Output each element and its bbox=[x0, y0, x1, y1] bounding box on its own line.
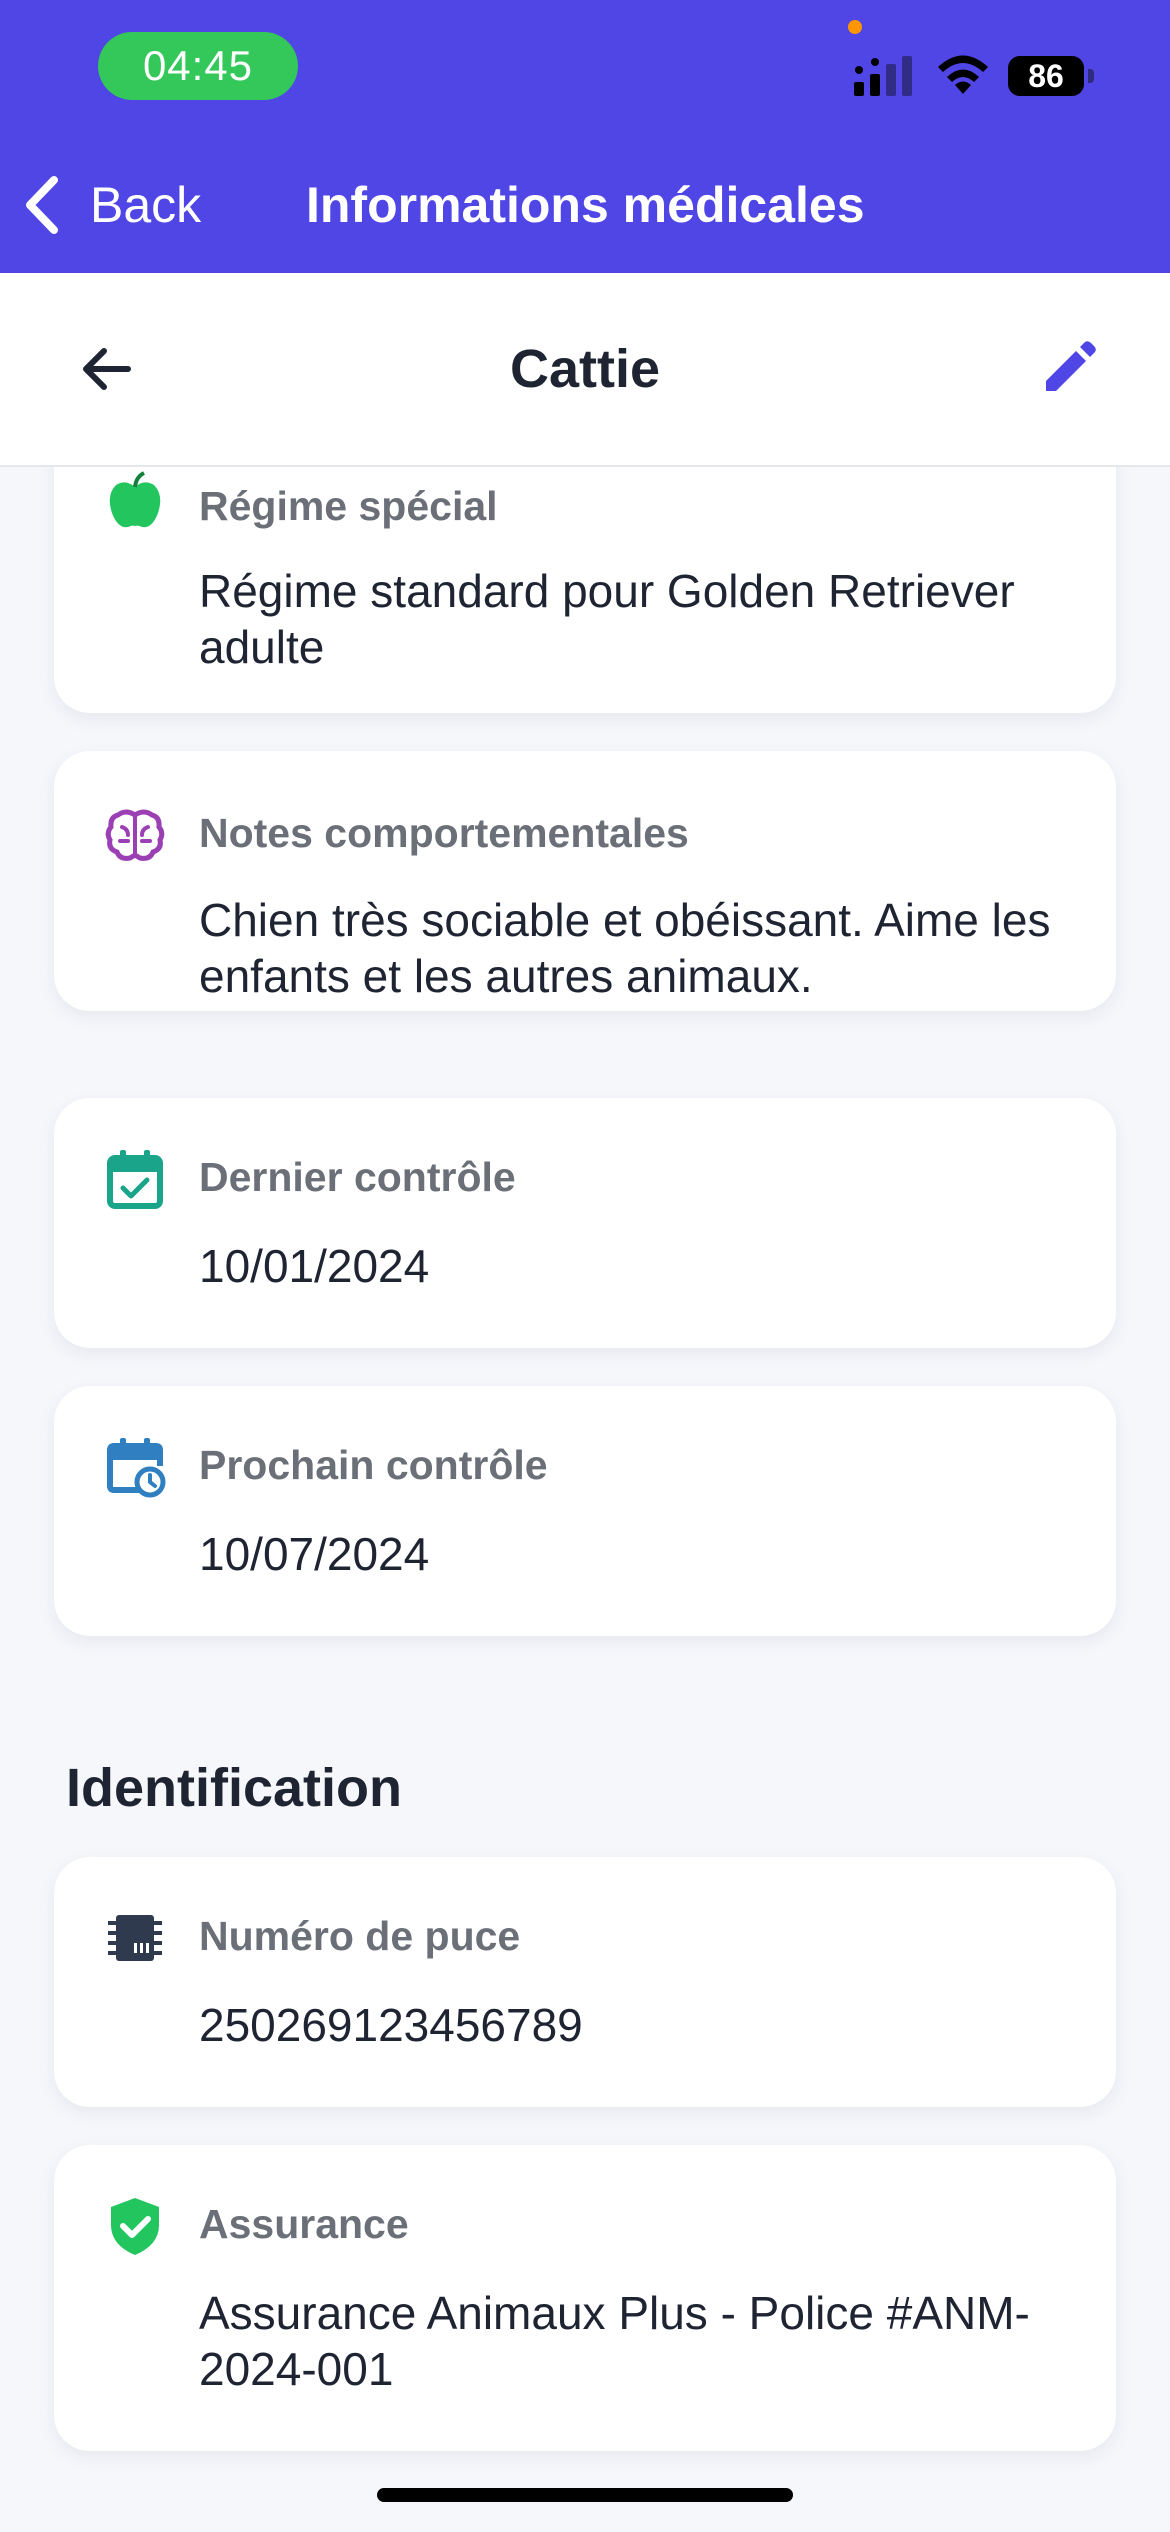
card-value: Régime standard pour Golden Retriever ad… bbox=[199, 565, 1015, 673]
navigation-bar: Back Informations médicales bbox=[0, 140, 1170, 273]
card-value: 250269123456789 bbox=[199, 1999, 583, 2051]
info-card-insurance: Assurance Assurance Animaux Plus - Polic… bbox=[54, 2145, 1116, 2451]
info-card-behavior-notes: Notes comportementales Chien très sociab… bbox=[54, 751, 1116, 1011]
signal-icon bbox=[854, 56, 912, 96]
section-title-identification: Identification bbox=[66, 1758, 402, 1818]
nav-title: Informations médicales bbox=[306, 177, 865, 233]
card-label: Notes comportementales bbox=[199, 810, 689, 856]
card-value: 10/07/2024 bbox=[199, 1528, 430, 1580]
card-value: Assurance Animaux Plus - Police #ANM-202… bbox=[199, 2287, 1030, 2395]
card-value: 10/01/2024 bbox=[199, 1240, 430, 1292]
status-bar: 04:45 86 bbox=[0, 0, 1170, 140]
medical-info-content[interactable]: Régime spécial Régime standard pour Gold… bbox=[0, 467, 1170, 2532]
card-label: Prochain contrôle bbox=[199, 1442, 548, 1488]
home-indicator[interactable] bbox=[377, 2488, 793, 2502]
card-value: Chien très sociable et obéissant. Aime l… bbox=[199, 894, 1051, 1002]
card-label: Dernier contrôle bbox=[199, 1154, 516, 1200]
wifi-icon bbox=[938, 55, 988, 94]
page-header: Cattie bbox=[0, 273, 1170, 467]
status-time: 04:45 bbox=[98, 32, 298, 100]
chevron-left-icon bbox=[26, 176, 58, 234]
calendar-clock-icon bbox=[107, 1438, 166, 1498]
info-card-special-diet: Régime spécial Régime standard pour Gold… bbox=[54, 467, 1116, 713]
battery-cap bbox=[1088, 69, 1094, 83]
info-card-next-checkup: Prochain contrôle 10/07/2024 bbox=[54, 1386, 1116, 1636]
privacy-indicator bbox=[848, 20, 862, 34]
calendar-check-icon bbox=[107, 1150, 163, 1209]
card-label: Numéro de puce bbox=[199, 1913, 521, 1959]
info-card-last-checkup: Dernier contrôle 10/01/2024 bbox=[54, 1098, 1116, 1348]
battery-level: 86 bbox=[1008, 56, 1084, 96]
apple-icon bbox=[109, 471, 161, 528]
nav-back-label: Back bbox=[90, 177, 202, 233]
card-label: Régime spécial bbox=[199, 483, 498, 529]
shield-check-icon bbox=[111, 2198, 159, 2255]
nav-back-button[interactable]: Back bbox=[22, 170, 201, 240]
pencil-icon[interactable] bbox=[1036, 337, 1100, 401]
card-label: Assurance bbox=[199, 2201, 409, 2247]
info-card-chip-number: Numéro de puce 250269123456789 bbox=[54, 1857, 1116, 2107]
battery-icon: 86 bbox=[1008, 56, 1094, 96]
chip-icon bbox=[108, 1915, 162, 1961]
brain-icon bbox=[105, 809, 165, 861]
page-title: Cattie bbox=[509, 339, 661, 399]
